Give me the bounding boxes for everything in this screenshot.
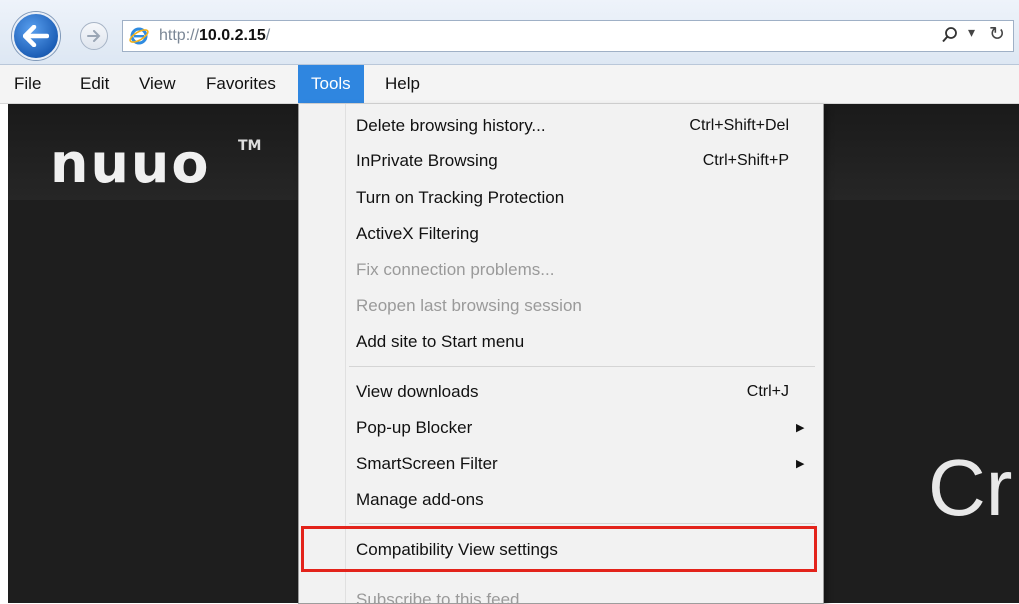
menu-item-reopen-last-session: Reopen last browsing session	[299, 289, 823, 323]
menu-item-inprivate-browsing[interactable]: InPrivate Browsing Ctrl+Shift+P	[299, 144, 823, 178]
menu-file[interactable]: File	[14, 65, 41, 103]
back-button[interactable]	[12, 12, 60, 60]
hero-text: Cr	[928, 443, 1013, 532]
menu-item-label: Subscribe to this feed...	[356, 590, 534, 604]
menu-item-shortcut: Ctrl+J	[746, 383, 789, 400]
menu-item-label: InPrivate Browsing	[356, 151, 498, 170]
menu-item-popup-blocker[interactable]: Pop-up Blocker ▶	[299, 411, 823, 445]
menu-separator	[349, 366, 815, 367]
dropdown-arrow-icon[interactable]: ▾	[968, 25, 975, 41]
page-left-edge	[0, 104, 8, 603]
menu-favorites[interactable]: Favorites	[206, 65, 276, 103]
back-arrow-icon	[23, 25, 49, 47]
url-text: http://10.0.2.15/	[159, 27, 270, 45]
menu-item-activex-filtering[interactable]: ActiveX Filtering	[299, 217, 823, 251]
refresh-icon[interactable]: ↻	[989, 23, 1005, 45]
menu-item-view-downloads[interactable]: View downloads Ctrl+J	[299, 375, 823, 409]
menu-item-add-site-to-start-menu[interactable]: Add site to Start menu	[299, 325, 823, 359]
highlight-box	[301, 526, 817, 572]
menu-view[interactable]: View	[139, 65, 176, 103]
url-host: 10.0.2.15	[199, 27, 266, 44]
trademark-mark: TM	[238, 138, 262, 154]
menu-item-label: Reopen last browsing session	[356, 296, 582, 315]
menu-item-label: Pop-up Blocker	[356, 418, 473, 437]
address-field[interactable]: http://10.0.2.15/ ▾ ↻	[122, 20, 1014, 52]
menu-item-label: SmartScreen Filter	[356, 454, 498, 473]
menu-item-shortcut: Ctrl+Shift+P	[702, 152, 789, 169]
menu-item-label: View downloads	[356, 382, 479, 401]
menu-help[interactable]: Help	[385, 65, 420, 103]
forward-button[interactable]	[80, 22, 108, 50]
submenu-arrow-icon: ▶	[796, 421, 805, 434]
address-toolbar: http://10.0.2.15/ ▾ ↻	[0, 0, 1019, 65]
internet-explorer-icon	[129, 27, 149, 45]
menu-item-manage-add-ons[interactable]: Manage add-ons	[299, 483, 823, 517]
menu-tools[interactable]: Tools	[298, 65, 364, 103]
menu-item-fix-connection-problems: Fix connection problems...	[299, 253, 823, 287]
url-path: /	[265, 27, 271, 44]
forward-arrow-icon	[87, 30, 101, 42]
menu-item-label: Turn on Tracking Protection	[356, 188, 565, 207]
submenu-arrow-icon: ▶	[796, 457, 805, 470]
menu-item-label: Delete browsing history...	[356, 116, 546, 135]
menu-item-tracking-protection[interactable]: Turn on Tracking Protection	[299, 181, 823, 215]
search-icon[interactable]	[941, 26, 959, 44]
menu-item-delete-browsing-history[interactable]: Delete browsing history... Ctrl+Shift+De…	[299, 109, 823, 143]
menu-item-label: Manage add-ons	[356, 490, 484, 509]
menu-item-label: ActiveX Filtering	[356, 224, 479, 243]
menu-separator	[349, 523, 815, 524]
menu-item-smartscreen-filter[interactable]: SmartScreen Filter ▶	[299, 447, 823, 481]
menu-edit[interactable]: Edit	[80, 65, 109, 103]
menu-item-label: Add site to Start menu	[356, 332, 525, 351]
nuuo-logo: nuuo	[50, 132, 211, 195]
menu-item-subscribe-to-feed: Subscribe to this feed...	[299, 583, 823, 604]
tools-dropdown-menu: Delete browsing history... Ctrl+Shift+De…	[298, 104, 824, 604]
url-scheme: http://	[159, 27, 200, 44]
menu-item-label: Fix connection problems...	[356, 260, 555, 279]
menu-item-shortcut: Ctrl+Shift+Del	[689, 117, 789, 134]
menu-bar: File Edit View Favorites Tools Help	[0, 65, 1019, 104]
